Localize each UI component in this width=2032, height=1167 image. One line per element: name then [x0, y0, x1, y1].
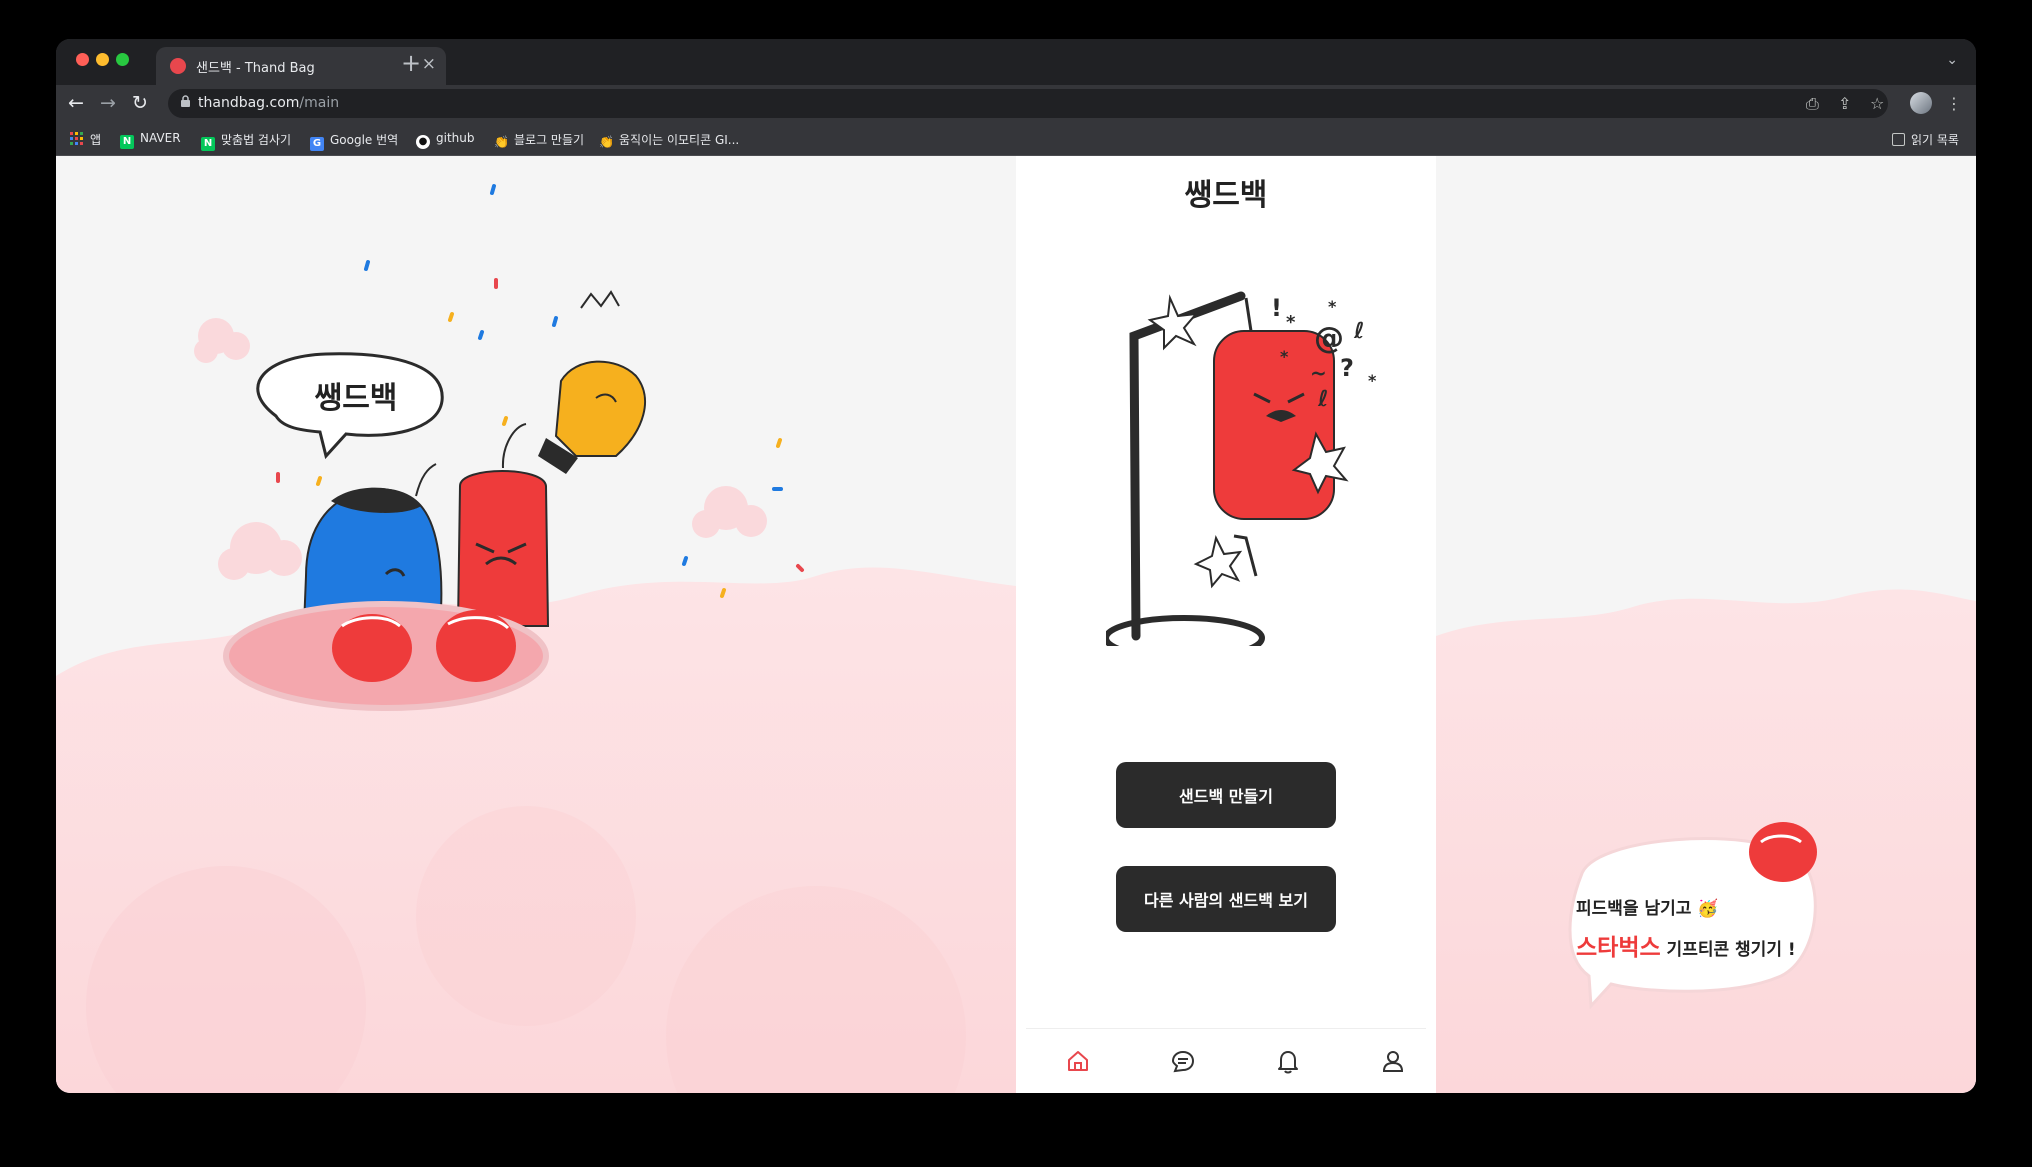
create-sandbag-button[interactable]: 샌드백 만들기	[1116, 762, 1336, 828]
minimize-window-button[interactable]	[96, 53, 109, 66]
red-sandbag-character	[456, 423, 550, 627]
bookmark-label: Google 번역	[330, 133, 399, 147]
bookmark-label: github	[436, 131, 475, 145]
url-host: thandbag.com	[198, 95, 300, 111]
address-bar[interactable]: thandbag.com/main	[168, 89, 1888, 118]
svg-text:*: *	[1280, 347, 1289, 366]
gloves-plate	[223, 601, 549, 711]
svg-text:!: !	[1271, 294, 1282, 322]
left-speech-bubble: 쌩드백	[256, 352, 444, 460]
bookmarks-bar: 앱 N NAVER N 맞춤법 검사기 G Google 번역 ● github 👏 블로…	[56, 123, 1976, 156]
profile-icon[interactable]	[1375, 1043, 1411, 1079]
promo-text-line1: 피드백을 남기고 🥳	[1576, 899, 1719, 919]
bookmark-label: 움직이는 이모티콘 GI...	[619, 133, 740, 147]
reload-button[interactable]: ↻	[132, 92, 148, 114]
apps-grid-icon	[70, 132, 84, 146]
bottom-navigation	[1026, 1028, 1426, 1093]
tab-close-icon[interactable]: ×	[422, 54, 436, 74]
browser-toolbar: ← → ↻ thandbag.com/main ⎙ ⇪ ☆ ⋮	[56, 85, 1976, 123]
google-translate-icon: G	[310, 137, 324, 151]
naver-icon: N	[201, 137, 215, 151]
back-button[interactable]: ←	[68, 92, 84, 114]
svg-text:*: *	[1368, 371, 1377, 390]
bookmark-spellcheck[interactable]: N 맞춤법 검사기	[201, 131, 291, 151]
bookmark-emoticon[interactable]: 👏 움직이는 이모티콘 GI...	[599, 131, 739, 149]
page-viewport: 쌩드백 쌩드백 ! * @ ℓ ? ~ ℓ * * * 샌드백 만들기 다른 사…	[56, 156, 1976, 1093]
punching-bag-illustration: ! * @ ℓ ? ~ ℓ * * *	[1106, 291, 1377, 646]
close-window-button[interactable]	[76, 53, 89, 66]
promo-text-line2: 스타벅스 기프티콘 챙기기 !	[1576, 928, 1796, 962]
naver-icon: N	[120, 135, 134, 149]
browse-sandbags-button[interactable]: 다른 사람의 샌드백 보기	[1116, 866, 1336, 932]
new-tab-button[interactable]: +	[401, 49, 421, 77]
bookmark-naver[interactable]: N NAVER	[120, 131, 181, 149]
bookmark-label: 블로그 만들기	[514, 133, 585, 147]
tab-strip: 샌드백 - Thand Bag × + ⌄	[56, 39, 1976, 85]
bookmark-apps[interactable]: 앱	[70, 131, 101, 148]
bookmark-blog[interactable]: 👏 블로그 만들기	[494, 131, 584, 149]
app-logo[interactable]: 쌩드백	[1016, 170, 1436, 214]
chat-icon[interactable]	[1165, 1043, 1201, 1079]
bookmark-label: NAVER	[140, 131, 181, 145]
clap-hand-icon: 👏	[599, 135, 614, 149]
url-path: /main	[299, 95, 340, 111]
clap-hand-icon: 👏	[494, 135, 509, 149]
share-icon[interactable]: ⇪	[1838, 94, 1851, 113]
lock-icon	[180, 95, 191, 112]
tab-search-chevron-icon[interactable]: ⌄	[1946, 52, 1958, 68]
promo-giftcon-text: 기프티콘 챙기기 !	[1660, 940, 1796, 960]
zoom-window-button[interactable]	[116, 53, 129, 66]
svg-text:ℓ: ℓ	[1317, 387, 1328, 412]
bookmark-label: 앱	[90, 133, 102, 147]
bell-icon[interactable]	[1270, 1043, 1306, 1079]
reading-list-icon	[1892, 133, 1905, 146]
svg-text:~: ~	[1310, 361, 1327, 385]
promo-starbucks: 스타벅스	[1576, 935, 1661, 961]
svg-text:@: @	[1314, 321, 1344, 356]
bookmark-google-translate[interactable]: G Google 번역	[310, 131, 398, 151]
reading-list-button[interactable]: 읽기 목록	[1892, 131, 1959, 148]
url-text: thandbag.com/main	[198, 95, 339, 111]
forward-button[interactable]: →	[100, 92, 116, 114]
svg-text:?: ?	[1340, 354, 1354, 382]
app-container: 쌩드백 ! * @ ℓ ? ~ ℓ * * * 샌드백 만들기 다른 사람의 샌…	[1016, 156, 1436, 1093]
install-app-icon[interactable]: ⎙	[1806, 94, 1819, 114]
sandbag-favicon-icon	[170, 58, 186, 74]
tab-title: 샌드백 - Thand Bag	[196, 61, 315, 76]
home-icon[interactable]	[1060, 1043, 1096, 1079]
profile-avatar[interactable]	[1910, 92, 1932, 114]
github-icon: ●	[416, 135, 430, 149]
browser-menu-icon[interactable]: ⋮	[1946, 94, 1962, 113]
boxing-glove-icon	[1749, 822, 1817, 882]
bookmark-label: 맞춤법 검사기	[221, 133, 292, 147]
svg-text:*: *	[1328, 297, 1337, 316]
reading-list-label: 읽기 목록	[1911, 133, 1959, 147]
bookmark-star-icon[interactable]: ☆	[1870, 94, 1884, 113]
left-logo-text: 쌩드백	[315, 381, 398, 416]
bookmark-github[interactable]: ● github	[416, 131, 474, 149]
svg-text:ℓ: ℓ	[1353, 319, 1364, 344]
svg-text:*: *	[1286, 312, 1296, 333]
browser-window: 샌드백 - Thand Bag × + ⌄ ← → ↻ thandbag.com…	[56, 39, 1976, 1093]
